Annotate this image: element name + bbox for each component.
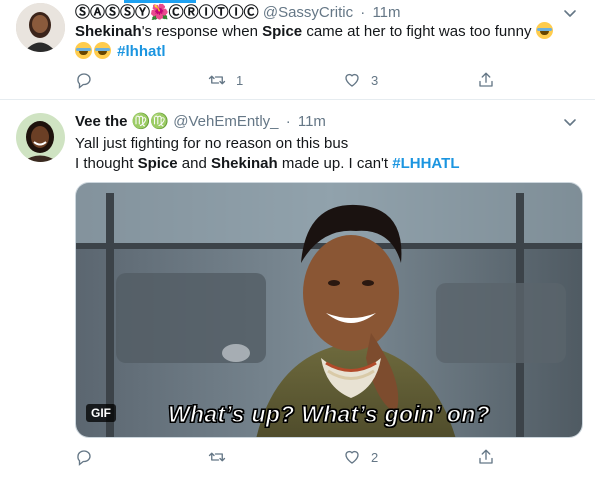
- author-name[interactable]: ⓈⒶⓈⓈⓎ🌺ⒸⓇⒾⓉⒾⒸ: [75, 4, 259, 21]
- mention-text: Spice: [262, 23, 303, 40]
- retweet-count: 1: [236, 72, 244, 88]
- retweet-icon: [208, 75, 226, 85]
- retweet-icon: [208, 452, 226, 462]
- author-name[interactable]: Vee the ♍♍: [75, 113, 169, 130]
- chevron-down-icon[interactable]: [563, 6, 577, 20]
- timestamp[interactable]: 11m: [372, 4, 400, 21]
- tweet-actions: 1 3: [75, 70, 505, 90]
- tweet-text-line: Yall just fighting for no reason on this…: [75, 135, 349, 152]
- retweet-button[interactable]: [208, 447, 236, 467]
- laughing-emoji-icon: [75, 42, 92, 59]
- like-count: 3: [371, 72, 379, 88]
- tweet-text-line: I thought Spice and Shekinah made up. I …: [75, 154, 577, 174]
- mention-text: Shekinah: [75, 23, 142, 40]
- share-button[interactable]: [477, 70, 495, 90]
- tweet-text-segment: made up. I can't: [277, 155, 393, 172]
- hashtag-link[interactable]: #LHHATL: [392, 155, 459, 172]
- laughing-emoji-icon: [94, 42, 111, 59]
- tweet-text-segment: and: [177, 155, 211, 172]
- tweet-header: Vee the ♍♍ @VehEmEntly_ · 11m: [75, 112, 559, 132]
- separator-dot: ·: [360, 4, 366, 21]
- tweet[interactable]: ⓈⒶⓈⓈⓎ🌺ⒸⓇⒾⓉⒾⒸ @SassyCritic · 11m Shekinah…: [0, 0, 595, 100]
- gif-media[interactable]: GIF What’s up? What’s goin’ on?: [75, 182, 583, 438]
- like-button[interactable]: 3: [343, 70, 378, 90]
- hashtag-link[interactable]: #lhhatl: [117, 43, 165, 60]
- heart-icon: [345, 450, 359, 464]
- share-icon: [479, 449, 493, 464]
- mention-text: Shekinah: [210, 155, 278, 172]
- laughing-emoji-icon: [535, 22, 553, 39]
- chevron-down-icon[interactable]: [563, 115, 577, 129]
- reply-icon: [77, 450, 91, 466]
- mention-text: Spice: [137, 155, 178, 172]
- tweet-actions: 2: [75, 447, 505, 467]
- reply-button[interactable]: [75, 447, 103, 467]
- tweet-text-segment: I thought: [75, 155, 138, 172]
- heart-icon: [345, 73, 359, 87]
- retweet-button[interactable]: 1: [208, 70, 243, 90]
- like-button[interactable]: 2: [343, 447, 378, 467]
- gif-frame-image: [76, 183, 582, 437]
- tweet-text: Yall just fighting for no reason on this…: [75, 134, 577, 174]
- avatar[interactable]: [16, 113, 65, 162]
- reply-button[interactable]: [75, 70, 103, 90]
- separator-dot: ·: [285, 113, 291, 130]
- tweet-text-segment: 's response when: [141, 23, 263, 40]
- share-icon: [479, 72, 493, 87]
- author-handle[interactable]: @SassyCritic: [263, 4, 353, 21]
- share-button[interactable]: [477, 447, 495, 467]
- avatar[interactable]: [16, 3, 65, 52]
- reply-icon: [77, 73, 91, 89]
- author-handle[interactable]: @VehEmEntly_: [173, 113, 278, 130]
- like-count: 2: [371, 449, 379, 465]
- tweet-header: ⓈⒶⓈⓈⓎ🌺ⒸⓇⒾⓉⒾⒸ @SassyCritic · 11m: [75, 3, 559, 23]
- timestamp[interactable]: 11m: [298, 113, 326, 130]
- tweet-text: Shekinah's response when Spice came at h…: [75, 22, 577, 62]
- tweet[interactable]: Vee the ♍♍ @VehEmEntly_ · 11m Yall just …: [0, 101, 595, 478]
- tweet-text-segment: came at her to fight was too funny: [302, 23, 536, 40]
- gif-caption: What’s up? What’s goin’ on?: [168, 401, 491, 428]
